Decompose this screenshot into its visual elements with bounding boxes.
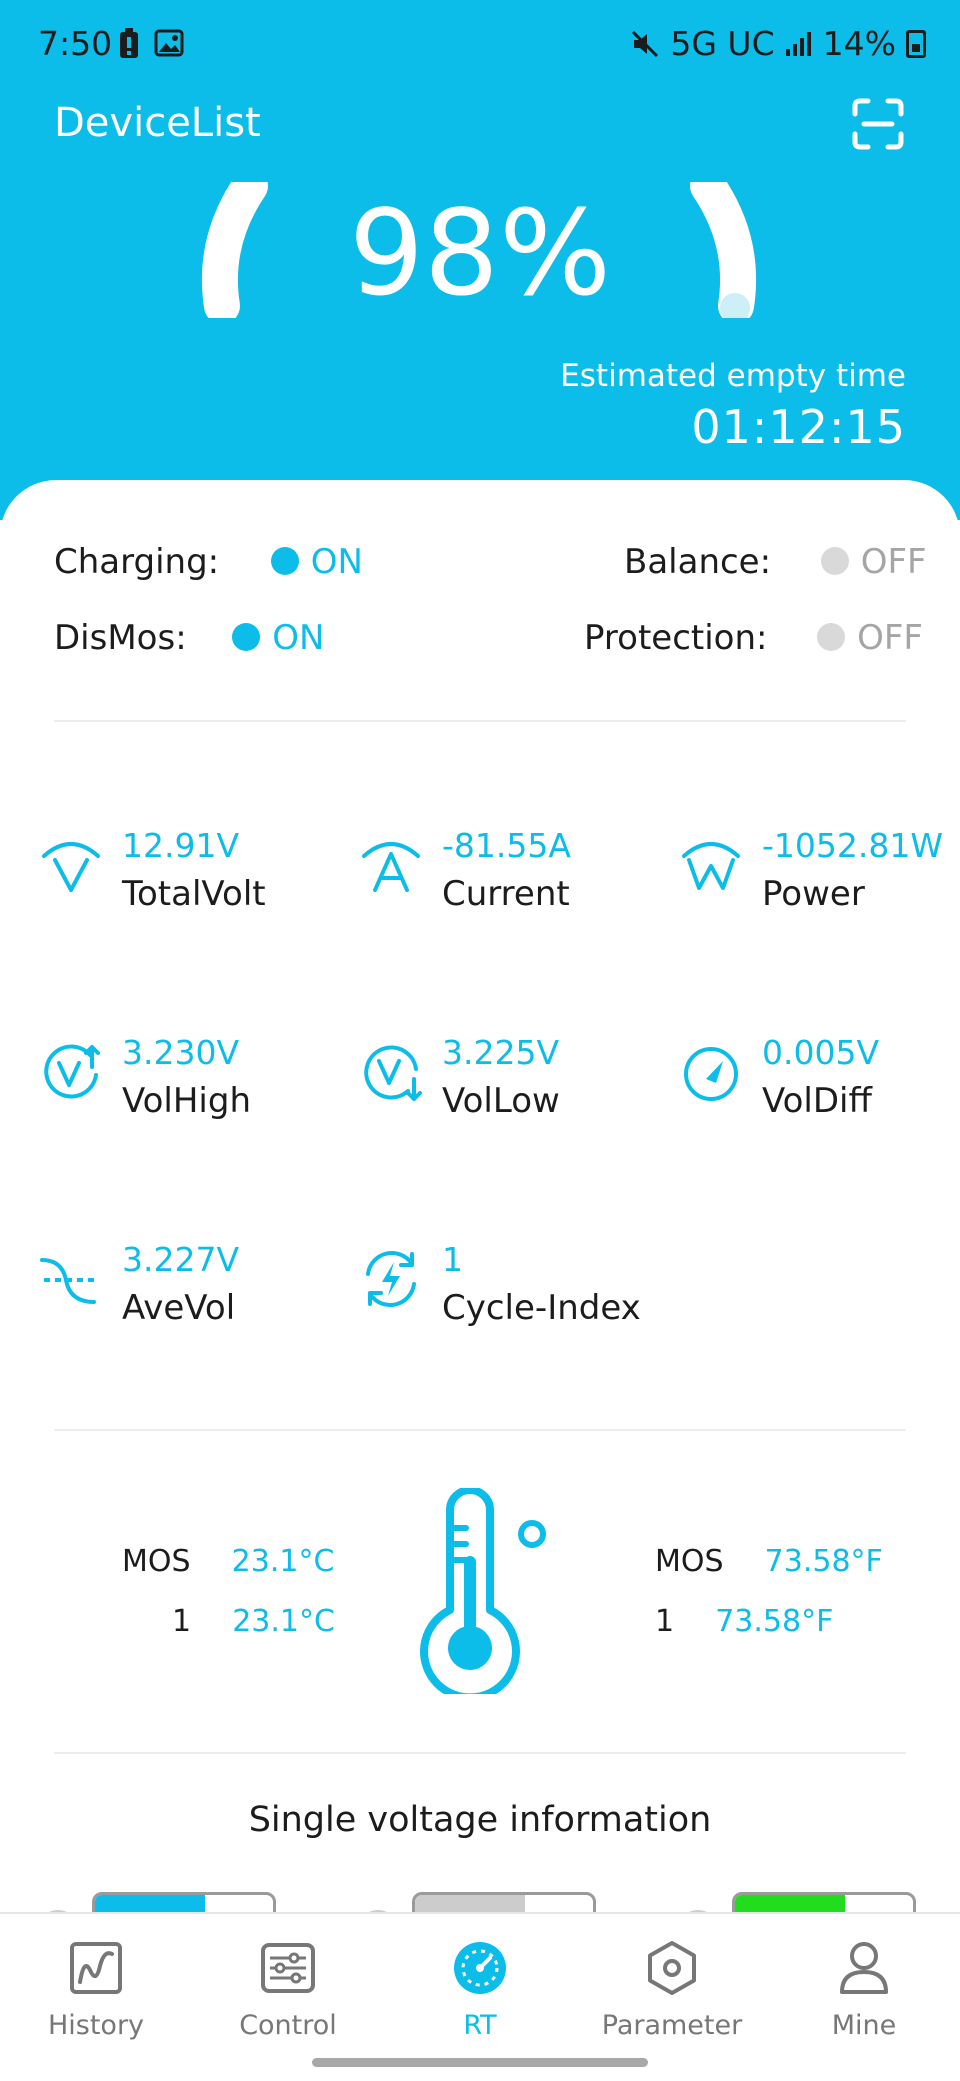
metric-cycle-index: 1 Cycle-Index	[360, 1240, 660, 1350]
metric-name: VolDiff	[762, 1081, 872, 1121]
metric-name: TotalVolt	[122, 874, 266, 914]
status-right-group: 5G UC 14%	[630, 24, 926, 63]
home-indicator[interactable]	[312, 2058, 648, 2067]
temp-value: 73.58°F	[715, 1604, 834, 1639]
empty-time-label: Estimated empty time	[560, 358, 906, 394]
metric-power: -1052.81W Power	[680, 826, 960, 936]
sliders-icon	[261, 1943, 315, 1993]
nav-rt[interactable]: RT	[400, 1940, 560, 2041]
nav-label: RT	[463, 2010, 497, 2041]
status-time: 7:50	[38, 24, 113, 63]
metric-value: 1	[442, 1240, 463, 1279]
metric-value: -1052.81W	[762, 826, 944, 865]
metric-name: Power	[762, 874, 865, 914]
charging-value: ON	[310, 542, 363, 582]
balance-value: OFF	[860, 542, 927, 582]
nav-parameter[interactable]: Parameter	[592, 1940, 752, 2041]
dismos-dot-icon	[232, 622, 261, 651]
metric-value: 3.230V	[122, 1033, 240, 1072]
dashboard-icon	[454, 1942, 506, 1994]
metric-value: -81.55A	[442, 826, 571, 865]
temp-label: 1	[655, 1604, 675, 1639]
metric-value: 3.227V	[122, 1240, 240, 1279]
single-voltage-title: Single voltage information	[248, 1800, 712, 1840]
divider	[54, 720, 906, 722]
divider	[54, 1429, 906, 1431]
temp-celsius-row: MOS 23.1°C	[122, 1544, 334, 1579]
metric-value: 0.005V	[762, 1033, 880, 1072]
nav-control[interactable]: Control	[208, 1940, 368, 2041]
header-panel: 7:50 5G UC 14% DeviceList 98% Estimated …	[0, 0, 960, 520]
protection-dot-icon	[817, 622, 846, 651]
metric-total-volt: 12.91V TotalVolt	[40, 826, 340, 936]
scan-icon[interactable]	[852, 98, 904, 150]
metric-vol-high: 3.230V VolHigh	[40, 1033, 340, 1143]
divider	[54, 1752, 906, 1754]
balance-label: Balance:	[624, 542, 772, 582]
metric-name: VolLow	[442, 1081, 560, 1121]
temp-celsius-row: 1 23.1°C	[172, 1604, 335, 1639]
average-wave-icon	[40, 1258, 98, 1304]
balance-state: Balance: OFF	[624, 542, 927, 582]
balance-dot-icon	[820, 546, 849, 575]
status-notification-icons	[118, 28, 184, 60]
user-icon	[840, 1942, 888, 1994]
amp-gauge-icon	[362, 842, 420, 892]
metric-name: AveVol	[122, 1288, 236, 1328]
metric-vol-low: 3.225V VolLow	[360, 1033, 660, 1143]
dismos-value: ON	[272, 618, 325, 658]
temp-value: 23.1°C	[232, 1604, 335, 1639]
bottom-navigation: History Control RT Parameter Mine	[0, 1912, 960, 2081]
temp-fahrenheit-row: MOS 73.58°F	[655, 1544, 883, 1579]
protection-label: Protection:	[584, 618, 768, 658]
battery-icon	[906, 29, 926, 58]
gallery-icon	[154, 29, 184, 57]
metric-name: VolHigh	[122, 1081, 252, 1121]
chart-line-icon	[70, 1942, 122, 1994]
metric-value: 12.91V	[122, 826, 240, 865]
metric-name: Cycle-Index	[442, 1288, 641, 1328]
temp-label: MOS	[655, 1544, 724, 1579]
signal-icon	[785, 31, 811, 56]
metric-vol-diff: 0.005V VolDiff	[680, 1033, 960, 1143]
gauge-icon	[684, 1047, 738, 1101]
page-title[interactable]: DeviceList	[54, 100, 261, 146]
volt-gauge-icon	[42, 842, 100, 892]
nav-history[interactable]: History	[16, 1940, 176, 2041]
nav-label: Mine	[831, 2010, 897, 2041]
battery-percent: 14%	[822, 24, 896, 63]
charging-label: Charging:	[54, 542, 220, 582]
mute-vibrate-icon	[632, 30, 659, 57]
metric-ave-vol: 3.227V AveVol	[40, 1240, 340, 1350]
metric-name: Current	[442, 874, 570, 914]
protection-value: OFF	[857, 618, 923, 658]
volt-up-icon	[44, 1044, 100, 1099]
status-bar: 7:50 5G UC 14%	[0, 0, 960, 90]
temp-value: 73.58°F	[764, 1544, 883, 1579]
volt-down-icon	[364, 1045, 422, 1101]
temp-fahrenheit-row: 1 73.58°F	[655, 1604, 833, 1639]
protection-state: Protection: OFF	[584, 618, 923, 658]
battery-alert-icon	[120, 28, 138, 58]
nav-mine[interactable]: Mine	[784, 1940, 944, 2041]
nav-label: Control	[239, 2010, 337, 2041]
dismos-state: DisMos: ON	[54, 618, 324, 658]
network-type: 5G UC	[670, 24, 775, 63]
nav-label: History	[47, 2010, 145, 2041]
temp-value: 23.1°C	[231, 1544, 335, 1579]
metric-value: 3.225V	[442, 1033, 560, 1072]
nav-label: Parameter	[601, 2010, 743, 2041]
temp-label: 1	[172, 1604, 192, 1639]
empty-time-value: 01:12:15	[691, 400, 906, 454]
metric-current: -81.55A Current	[360, 826, 660, 936]
temp-label: MOS	[122, 1544, 191, 1579]
watt-gauge-icon	[682, 842, 740, 890]
thermometer-icon	[420, 1488, 546, 1694]
cycle-bolt-icon	[366, 1250, 416, 1308]
soc-percent: 98%	[348, 184, 612, 322]
charging-dot-icon	[270, 546, 299, 575]
charging-state: Charging: ON	[54, 542, 363, 582]
dismos-label: DisMos:	[54, 618, 187, 658]
hexagon-nut-icon	[648, 1941, 696, 1995]
